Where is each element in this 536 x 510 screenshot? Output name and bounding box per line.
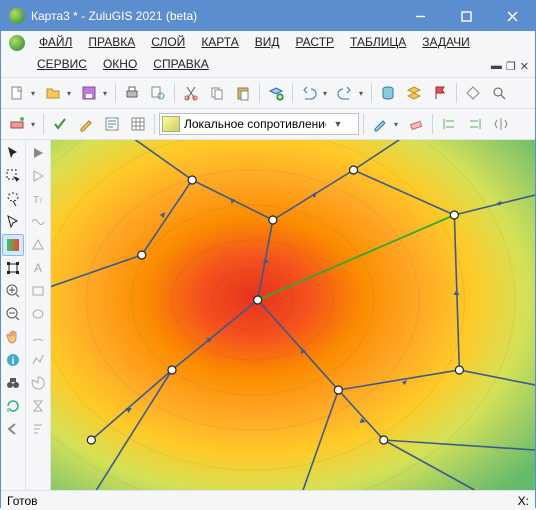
- new-button[interactable]: [5, 81, 39, 105]
- marker-tool[interactable]: [27, 165, 49, 187]
- paste-button[interactable]: [231, 81, 255, 105]
- align-right-button[interactable]: [463, 112, 487, 136]
- menu-map[interactable]: КАРТА: [193, 33, 246, 53]
- mdi-minimize-icon[interactable]: ▬: [491, 60, 502, 73]
- style-combo-input[interactable]: [180, 117, 330, 131]
- tool-search-button[interactable]: [487, 81, 511, 105]
- edit-grid-button[interactable]: [126, 112, 150, 136]
- menu-tasks[interactable]: ЗАДАЧИ: [414, 33, 477, 53]
- rect-tool[interactable]: [27, 280, 49, 302]
- minimize-button[interactable]: [397, 1, 443, 31]
- close-button[interactable]: [489, 1, 535, 31]
- edit-pencil-button[interactable]: [74, 112, 98, 136]
- select-lasso-tool[interactable]: [2, 188, 24, 210]
- refresh-tool[interactable]: [2, 395, 24, 417]
- mdi-restore-icon[interactable]: ❐: [506, 60, 516, 73]
- main-toolbar: [1, 78, 535, 109]
- handles-tool[interactable]: [2, 257, 24, 279]
- edit-form-button[interactable]: [100, 112, 124, 136]
- window-title: Карта3 * - ZuluGIS 2021 (beta): [31, 9, 397, 23]
- work-area: i TT A: [1, 140, 535, 490]
- style-combo-dropdown-icon[interactable]: ▼: [330, 119, 346, 129]
- info-tool[interactable]: i: [2, 349, 24, 371]
- zoom-in-tool[interactable]: [2, 280, 24, 302]
- tool-layers-button[interactable]: [402, 81, 426, 105]
- menu-table[interactable]: ТАБЛИЦА: [342, 33, 414, 53]
- arc-tool[interactable]: [27, 326, 49, 348]
- menu-layer[interactable]: СЛОЙ: [143, 33, 193, 53]
- menu-bar: ФАЙЛ ПРАВКА СЛОЙ КАРТА ВИД РАСТР ТАБЛИЦА…: [1, 31, 535, 78]
- menu-view[interactable]: ВИД: [247, 33, 288, 53]
- secondary-toolbar: ▼: [1, 109, 535, 140]
- status-text: Готов: [7, 494, 38, 508]
- menu-window[interactable]: ОКНО: [95, 55, 145, 73]
- tool-flag-button[interactable]: [428, 81, 452, 105]
- text-tool[interactable]: A: [27, 257, 49, 279]
- select-cursor-tool[interactable]: [2, 211, 24, 233]
- pan-tool[interactable]: [2, 326, 24, 348]
- pie-tool[interactable]: [27, 372, 49, 394]
- back-tool[interactable]: [2, 418, 24, 440]
- maximize-button[interactable]: [443, 1, 489, 31]
- play-tool[interactable]: [27, 142, 49, 164]
- menu-help[interactable]: СПРАВКА: [145, 55, 217, 73]
- flip-button[interactable]: [489, 112, 513, 136]
- left-toolbar-2: TT A: [26, 140, 51, 490]
- shape-tool[interactable]: [27, 234, 49, 256]
- align-left-button[interactable]: [437, 112, 461, 136]
- pointer-tool[interactable]: [2, 142, 24, 164]
- style-combo-swatch-icon: [162, 116, 180, 132]
- menu-file[interactable]: ФАЙЛ: [31, 33, 80, 53]
- print-preview-button[interactable]: [146, 81, 170, 105]
- add-layer-button[interactable]: [264, 81, 288, 105]
- sort-tool[interactable]: [27, 418, 49, 440]
- select-rect-tool[interactable]: [2, 165, 24, 187]
- zoom-out-tool[interactable]: [2, 303, 24, 325]
- menu-service[interactable]: СЕРВИС: [29, 55, 95, 73]
- menu-raster[interactable]: РАСТР: [287, 33, 342, 53]
- polyline-tool[interactable]: [27, 349, 49, 371]
- menu-edit[interactable]: ПРАВКА: [80, 33, 143, 53]
- hourglass-tool[interactable]: [27, 395, 49, 417]
- status-bar: Готов X:: [1, 490, 535, 510]
- svg-text:T: T: [39, 199, 43, 205]
- text-size-tool[interactable]: TT: [27, 188, 49, 210]
- redo-button[interactable]: [333, 81, 367, 105]
- cut-button[interactable]: [179, 81, 203, 105]
- draw-pencil-button[interactable]: [368, 112, 402, 136]
- copy-button[interactable]: [205, 81, 229, 105]
- status-coord: X:: [518, 494, 529, 508]
- draw-erase-button[interactable]: [404, 112, 428, 136]
- apply-button[interactable]: [48, 112, 72, 136]
- style-combo[interactable]: ▼: [159, 113, 359, 135]
- tool-diamond-button[interactable]: [461, 81, 485, 105]
- svg-text:A: A: [34, 261, 42, 275]
- mdi-close-icon[interactable]: ✕: [520, 60, 529, 73]
- save-button[interactable]: [77, 81, 111, 105]
- left-toolbar: i: [1, 140, 26, 490]
- ellipse-tool[interactable]: [27, 303, 49, 325]
- edit-mode-button[interactable]: [5, 112, 39, 136]
- open-button[interactable]: [41, 81, 75, 105]
- svg-text:i: i: [12, 356, 15, 367]
- menu-app-icon: [9, 35, 25, 51]
- heatmap-tool[interactable]: [2, 234, 24, 256]
- app-icon: [9, 8, 25, 24]
- binoculars-tool[interactable]: [2, 372, 24, 394]
- wave-tool[interactable]: [27, 211, 49, 233]
- undo-button[interactable]: [297, 81, 331, 105]
- title-bar: Карта3 * - ZuluGIS 2021 (beta): [1, 1, 535, 31]
- map-canvas[interactable]: [51, 140, 535, 490]
- tool-db-button[interactable]: [376, 81, 400, 105]
- print-button[interactable]: [120, 81, 144, 105]
